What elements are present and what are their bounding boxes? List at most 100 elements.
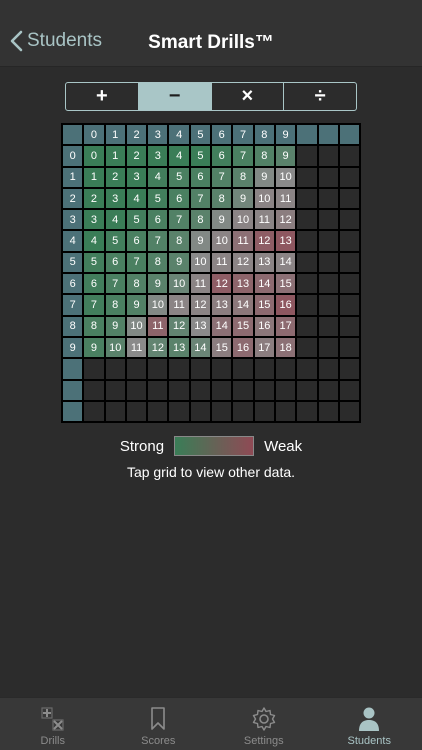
grid-cell[interactable]: 10 bbox=[168, 273, 190, 295]
grid-cell[interactable]: 0 bbox=[83, 145, 105, 167]
grid-cell[interactable]: 9 bbox=[125, 294, 148, 316]
grid-cell[interactable]: 8 bbox=[147, 251, 169, 274]
grid-cell[interactable] bbox=[274, 400, 297, 423]
grid-cell[interactable]: 4 bbox=[125, 187, 148, 210]
grid-cell[interactable] bbox=[232, 379, 254, 401]
multiply-operation-button[interactable]: × bbox=[210, 83, 284, 110]
grid-cell[interactable]: 10 bbox=[189, 251, 212, 274]
grid-cell[interactable] bbox=[296, 315, 318, 337]
grid-cell[interactable]: 14 bbox=[232, 294, 254, 316]
add-operation-button[interactable]: + bbox=[66, 83, 138, 110]
grid-cell[interactable]: 13 bbox=[253, 251, 275, 274]
tab-settings[interactable]: Settings bbox=[211, 698, 317, 750]
grid-cell[interactable] bbox=[232, 358, 254, 380]
grid-cell[interactable]: 7 bbox=[83, 294, 105, 316]
grid-cell[interactable]: 10 bbox=[232, 209, 254, 231]
grid-cell[interactable] bbox=[317, 315, 339, 337]
grid-cell[interactable]: 16 bbox=[274, 294, 297, 316]
grid-cell[interactable] bbox=[317, 273, 339, 295]
grid-cell[interactable] bbox=[338, 209, 361, 231]
grid-cell[interactable] bbox=[338, 400, 361, 423]
grid-cell[interactable] bbox=[274, 358, 297, 380]
grid-cell[interactable] bbox=[211, 400, 233, 423]
grid-cell[interactable] bbox=[253, 358, 275, 380]
grid-cell[interactable]: 3 bbox=[104, 187, 126, 210]
grid-cell[interactable]: 7 bbox=[189, 187, 212, 210]
grid-cell[interactable]: 9 bbox=[211, 209, 233, 231]
grid-cell[interactable] bbox=[147, 400, 169, 423]
grid-cell[interactable] bbox=[296, 336, 318, 359]
grid-cell[interactable] bbox=[317, 379, 339, 401]
grid-cell[interactable] bbox=[168, 400, 190, 423]
grid-cell[interactable]: 2 bbox=[83, 187, 105, 210]
grid-cell[interactable]: 15 bbox=[253, 294, 275, 316]
tab-students[interactable]: Students bbox=[317, 698, 422, 750]
grid-cell[interactable] bbox=[253, 400, 275, 423]
grid-cell[interactable]: 6 bbox=[168, 187, 190, 210]
grid-cell[interactable]: 3 bbox=[83, 209, 105, 231]
grid-cell[interactable]: 10 bbox=[253, 187, 275, 210]
grid-cell[interactable] bbox=[338, 273, 361, 295]
grid-cell[interactable]: 2 bbox=[125, 145, 148, 167]
grid-cell[interactable] bbox=[189, 400, 212, 423]
grid-cell[interactable]: 9 bbox=[168, 251, 190, 274]
grid-cell[interactable]: 1 bbox=[83, 166, 105, 188]
grid-cell[interactable]: 11 bbox=[274, 187, 297, 210]
grid-cell[interactable] bbox=[317, 251, 339, 274]
grid-cell[interactable]: 11 bbox=[147, 315, 169, 337]
grid-cell[interactable]: 5 bbox=[83, 251, 105, 274]
grid-cell[interactable]: 12 bbox=[253, 230, 275, 252]
grid-cell[interactable]: 9 bbox=[253, 166, 275, 188]
grid-cell[interactable] bbox=[317, 187, 339, 210]
performance-grid[interactable]: 0 1 2 3 4 5 6 7 8 9 0 0 1 2 3 4 5 6 7 8 9 1 1 2 3 4 5 6 7 8 9 10 2 2 3 4 5 6 7… bbox=[61, 123, 362, 424]
grid-cell[interactable]: 7 bbox=[211, 166, 233, 188]
grid-cell[interactable] bbox=[125, 379, 148, 401]
grid-cell[interactable]: 8 bbox=[125, 273, 148, 295]
grid-cell[interactable]: 5 bbox=[104, 230, 126, 252]
grid-cell[interactable] bbox=[338, 230, 361, 252]
grid-cell[interactable] bbox=[211, 358, 233, 380]
grid-cell[interactable] bbox=[317, 294, 339, 316]
divide-operation-button[interactable]: ÷ bbox=[283, 83, 356, 110]
grid-cell[interactable]: 6 bbox=[189, 166, 212, 188]
grid-cell[interactable]: 6 bbox=[211, 145, 233, 167]
tab-scores[interactable]: Scores bbox=[106, 698, 212, 750]
grid-cell[interactable]: 13 bbox=[274, 230, 297, 252]
grid-cell[interactable] bbox=[211, 379, 233, 401]
grid-cell[interactable] bbox=[317, 358, 339, 380]
grid-cell[interactable] bbox=[338, 336, 361, 359]
grid-cell[interactable]: 6 bbox=[125, 230, 148, 252]
grid-cell[interactable]: 5 bbox=[189, 145, 212, 167]
grid-cell[interactable] bbox=[338, 187, 361, 210]
grid-cell[interactable] bbox=[83, 358, 105, 380]
grid-cell[interactable] bbox=[125, 400, 148, 423]
grid-cell[interactable]: 17 bbox=[253, 336, 275, 359]
grid-cell[interactable]: 4 bbox=[104, 209, 126, 231]
grid-cell[interactable]: 5 bbox=[147, 187, 169, 210]
grid-cell[interactable]: 18 bbox=[274, 336, 297, 359]
grid-cell[interactable]: 12 bbox=[274, 209, 297, 231]
grid-cell[interactable] bbox=[147, 379, 169, 401]
grid-cell[interactable]: 13 bbox=[211, 294, 233, 316]
grid-cell[interactable]: 6 bbox=[147, 209, 169, 231]
grid-cell[interactable] bbox=[296, 294, 318, 316]
grid-cell[interactable] bbox=[317, 230, 339, 252]
grid-cell[interactable]: 11 bbox=[189, 273, 212, 295]
grid-cell[interactable] bbox=[296, 379, 318, 401]
grid-cell[interactable] bbox=[296, 166, 318, 188]
grid-cell[interactable] bbox=[338, 315, 361, 337]
grid-cell[interactable]: 9 bbox=[232, 187, 254, 210]
grid-cell[interactable]: 3 bbox=[147, 145, 169, 167]
grid-cell[interactable]: 11 bbox=[125, 336, 148, 359]
grid-cell[interactable] bbox=[83, 400, 105, 423]
grid-cell[interactable]: 4 bbox=[168, 145, 190, 167]
grid-cell[interactable]: 12 bbox=[211, 273, 233, 295]
grid-cell[interactable]: 10 bbox=[125, 315, 148, 337]
grid-cell[interactable]: 5 bbox=[168, 166, 190, 188]
grid-cell[interactable]: 12 bbox=[232, 251, 254, 274]
grid-cell[interactable] bbox=[317, 336, 339, 359]
grid-cell[interactable]: 7 bbox=[104, 273, 126, 295]
grid-cell[interactable] bbox=[189, 358, 212, 380]
grid-cell[interactable] bbox=[338, 145, 361, 167]
grid-cell[interactable]: 9 bbox=[274, 145, 297, 167]
